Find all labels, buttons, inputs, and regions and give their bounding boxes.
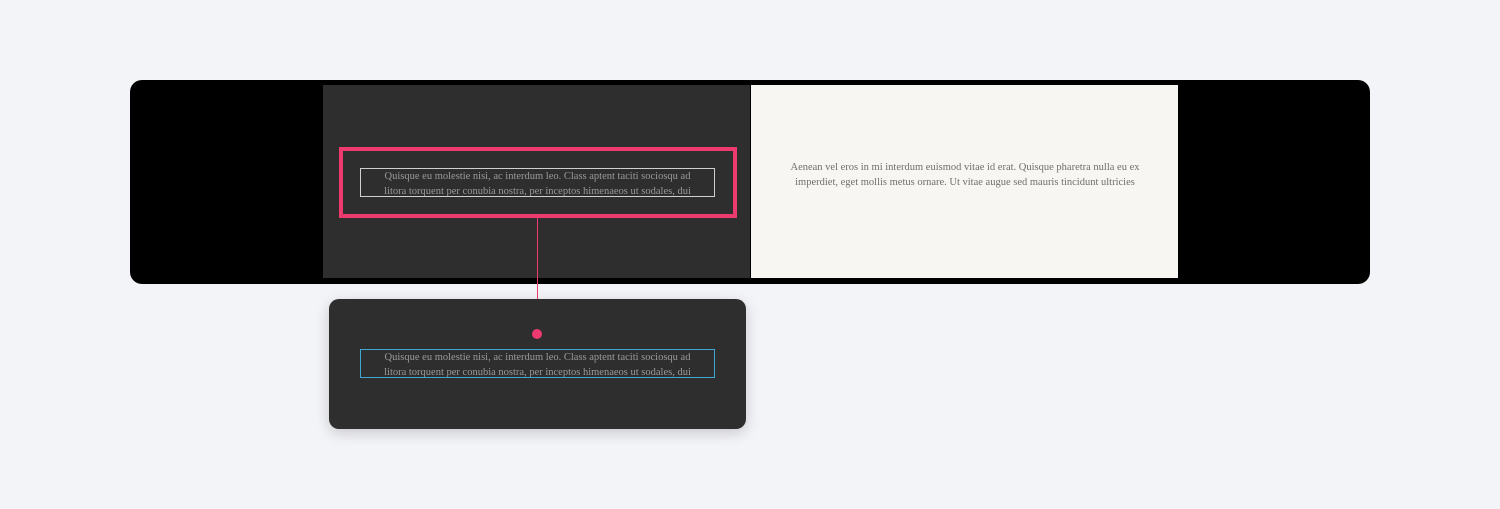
text-line: litora torquent per conubia nostra, per … — [384, 367, 691, 378]
callout-anchor-dot — [532, 329, 542, 339]
light-panel-text[interactable]: Aenean vel eros in mi interdum euismod v… — [790, 160, 1140, 190]
preview-text-element[interactable]: Quisque eu molestie nisi, ac interdum le… — [360, 349, 715, 378]
text-line: Quisque eu molestie nisi, ac interdum le… — [384, 352, 691, 363]
selection-highlight — [339, 147, 737, 218]
slideshow-frame — [130, 80, 1370, 284]
